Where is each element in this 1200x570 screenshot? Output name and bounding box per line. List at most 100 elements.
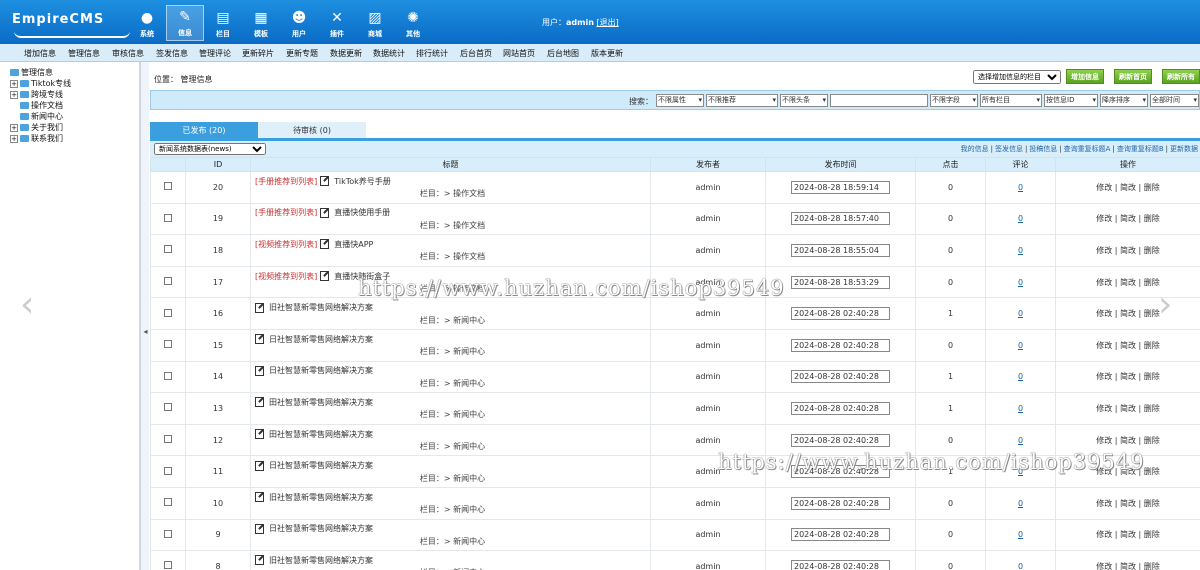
edit-link[interactable]: 修改 <box>1096 183 1112 192</box>
nav-info[interactable]: ✎ 信息 <box>166 5 204 41</box>
publish-time-field[interactable]: 2024-08-28 02:40:28 <box>791 433 890 447</box>
row-checkbox[interactable] <box>164 466 172 475</box>
quick-edit-link[interactable]: 简改 <box>1120 562 1136 570</box>
nav-user[interactable]: ☻ 用户 <box>280 5 318 41</box>
breadcrumb-path[interactable]: 管理信息 <box>181 75 213 84</box>
comments-link[interactable]: 0 <box>1018 467 1023 476</box>
refresh-home-button[interactable]: 刷新首页 <box>1114 69 1152 84</box>
comments-link[interactable]: 0 <box>1018 372 1023 381</box>
row-title-link[interactable]: 旧社智慧新零售网络解决方案 <box>269 492 373 503</box>
collapse-arrow-icon[interactable]: ◂ <box>141 327 150 336</box>
nav-gear[interactable]: ✺ 其他 <box>394 5 432 41</box>
tab-published[interactable]: 已发布 (20) <box>150 122 258 138</box>
delete-link[interactable]: 删除 <box>1144 214 1160 223</box>
comments-link[interactable]: 0 <box>1018 341 1023 350</box>
quick-edit-link[interactable]: 简改 <box>1120 341 1136 350</box>
row-checkbox[interactable] <box>164 182 172 191</box>
publish-time-field[interactable]: 2024-08-28 18:55:04 <box>791 243 890 257</box>
delete-link[interactable]: 删除 <box>1144 467 1160 476</box>
row-title-link[interactable]: 日社智慧新零售网络解决方案 <box>269 460 373 471</box>
comments-link[interactable]: 0 <box>1018 499 1023 508</box>
edit-icon[interactable] <box>255 429 264 440</box>
row-title-link[interactable]: 旧社智慧新零售网络解决方案 <box>269 302 373 313</box>
publish-time-field[interactable]: 2024-08-28 18:59:14 <box>791 180 890 194</box>
subnav-item[interactable]: 数据更新 <box>330 48 362 59</box>
refresh-all-button[interactable]: 刷新所有 <box>1162 69 1200 84</box>
col-time[interactable]: 发布时间 <box>765 157 916 172</box>
col-clicks[interactable]: 点击 <box>915 157 986 172</box>
tree-node[interactable]: + 关于我们 <box>10 122 71 133</box>
quick-link[interactable]: 签发信息 <box>995 145 1023 153</box>
row-title-link[interactable]: 直播快APP <box>334 239 373 250</box>
row-checkbox[interactable] <box>164 245 172 254</box>
row-title-link[interactable]: 直播快使用手册 <box>334 207 390 218</box>
subnav-item[interactable]: 版本更新 <box>591 48 623 59</box>
row-title-link[interactable]: 田社智慧新零售网络解决方案 <box>269 397 373 408</box>
row-title-link[interactable]: TikTok养号手册 <box>334 176 391 187</box>
delete-link[interactable]: 删除 <box>1144 246 1160 255</box>
quick-link[interactable]: 我的信息 <box>961 145 989 153</box>
tree-node[interactable]: 操作文档 <box>10 100 71 111</box>
quick-edit-link[interactable]: 简改 <box>1120 183 1136 192</box>
comments-link[interactable]: 0 <box>1018 530 1023 539</box>
subnav-item[interactable]: 数据统计 <box>373 48 405 59</box>
delete-link[interactable]: 删除 <box>1144 562 1160 570</box>
edit-link[interactable]: 修改 <box>1096 372 1112 381</box>
quick-edit-link[interactable]: 简改 <box>1120 309 1136 318</box>
quick-edit-link[interactable]: 简改 <box>1120 404 1136 413</box>
subnav-item[interactable]: 更新专题 <box>286 48 318 59</box>
recommend-tag[interactable]: [手册推荐到列表] <box>255 207 317 218</box>
recommend-tag[interactable]: [视频推荐到列表] <box>255 271 317 282</box>
publish-time-field[interactable]: 2024-08-28 02:40:28 <box>791 559 890 570</box>
expand-icon[interactable]: + <box>10 90 18 99</box>
recommend-tag[interactable]: [视频推荐到列表] <box>255 239 317 250</box>
expand-icon[interactable]: + <box>10 134 18 143</box>
col-id[interactable]: ID <box>185 157 251 172</box>
edit-link[interactable]: 修改 <box>1096 467 1112 476</box>
subnav-item[interactable]: 管理评论 <box>199 48 231 59</box>
quick-edit-link[interactable]: 简改 <box>1120 246 1136 255</box>
comments-link[interactable]: 0 <box>1018 278 1023 287</box>
nav-column[interactable]: ▤ 栏目 <box>204 5 242 41</box>
quick-edit-link[interactable]: 简改 <box>1120 278 1136 287</box>
tree-node[interactable]: 管理信息 <box>10 67 71 78</box>
recommend-select[interactable]: 不限推荐 <box>706 94 778 107</box>
data-table-select[interactable]: 新闻系统数据表(news) <box>154 143 266 155</box>
publish-time-field[interactable]: 2024-08-28 18:57:40 <box>791 212 890 226</box>
edit-icon[interactable] <box>255 397 264 408</box>
tab-pending[interactable]: 待审核 (0) <box>258 122 366 138</box>
edit-icon[interactable] <box>255 365 264 376</box>
comments-link[interactable]: 0 <box>1018 309 1023 318</box>
nav-template[interactable]: ▦ 模板 <box>242 5 280 41</box>
edit-link[interactable]: 修改 <box>1096 499 1112 508</box>
edit-icon[interactable] <box>255 460 264 471</box>
time-select[interactable]: 全部时间 <box>1150 94 1199 107</box>
edit-icon[interactable] <box>320 176 330 187</box>
subnav-item[interactable]: 更新碎片 <box>242 48 274 59</box>
delete-link[interactable]: 删除 <box>1144 372 1160 381</box>
tree-node[interactable]: + 跨境专线 <box>10 89 71 100</box>
edit-icon[interactable] <box>320 239 330 250</box>
subnav-item[interactable]: 增加信息 <box>24 48 56 59</box>
publish-time-field[interactable]: 2024-08-28 02:40:28 <box>791 307 890 321</box>
publish-time-field[interactable]: 2024-08-28 02:40:28 <box>791 338 890 352</box>
edit-icon[interactable] <box>255 492 264 503</box>
edit-link[interactable]: 修改 <box>1096 246 1112 255</box>
column-select[interactable]: 选择增加信息的栏目 <box>973 69 1061 84</box>
row-title-link[interactable]: 旧社智慧新零售网络解决方案 <box>269 555 373 566</box>
quick-edit-link[interactable]: 简改 <box>1120 530 1136 539</box>
subnav-item[interactable]: 签发信息 <box>156 48 188 59</box>
quick-edit-link[interactable]: 简改 <box>1120 372 1136 381</box>
subnav-item[interactable]: 管理信息 <box>68 48 100 59</box>
row-checkbox[interactable] <box>164 371 172 380</box>
edit-link[interactable]: 修改 <box>1096 530 1112 539</box>
edit-link[interactable]: 修改 <box>1096 214 1112 223</box>
publish-time-field[interactable]: 2024-08-28 02:40:28 <box>791 496 890 510</box>
nav-system[interactable]: ● 系统 <box>128 5 166 41</box>
publish-time-field[interactable]: 2024-08-28 18:53:29 <box>791 275 890 289</box>
delete-link[interactable]: 删除 <box>1144 183 1160 192</box>
edit-link[interactable]: 修改 <box>1096 309 1112 318</box>
expand-icon[interactable]: + <box>10 123 18 132</box>
headline-select[interactable]: 不限头条 <box>780 94 828 107</box>
order-field-select[interactable]: 按信息ID <box>1044 94 1098 107</box>
